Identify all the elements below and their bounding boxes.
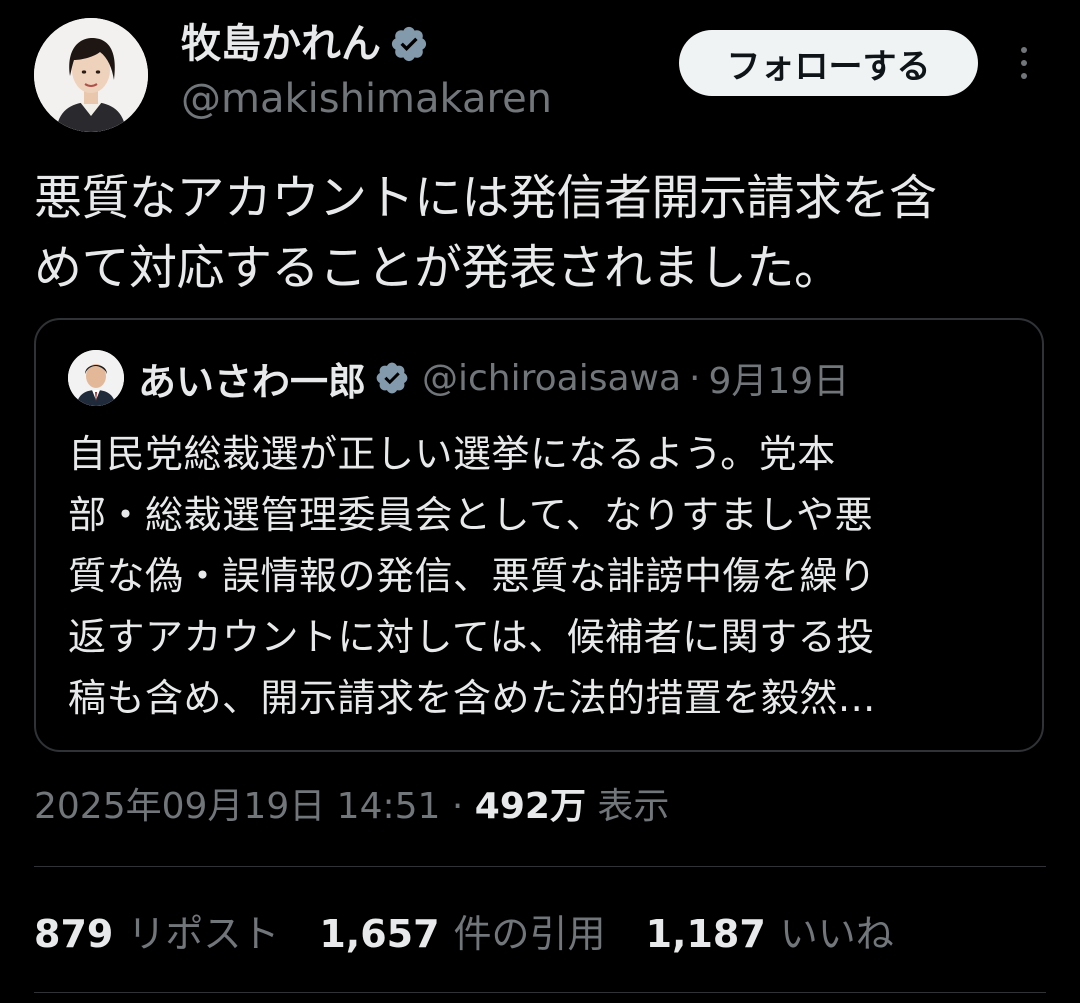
quoted-text-line: 稿も含め、開示請求を含めた法的措置を毅然...	[68, 676, 876, 720]
quoted-text-line: 質な偽・誤情報の発信、悪質な誹謗中傷を繰り	[68, 554, 877, 598]
separator-dot: ·	[451, 786, 464, 827]
reposts-count: 879	[34, 912, 114, 956]
separator-dot: ·	[689, 357, 701, 399]
more-options-icon[interactable]	[1007, 40, 1041, 86]
quotes-count: 1,657	[319, 912, 440, 956]
tweet-text-line: 悪質なアカウントには発信者開示請求を含	[34, 170, 937, 226]
follow-button[interactable]: フォローする	[679, 30, 978, 96]
quotes-label: 件の引用	[453, 912, 606, 956]
quoted-author-name[interactable]: あいさわ一郎	[138, 351, 366, 406]
quoted-author-avatar-image	[68, 350, 124, 406]
likes-count: 1,187	[645, 912, 766, 956]
engagement-stats: 879 リポスト 1,657 件の引用 1,187 いいね	[34, 906, 934, 962]
author-display-name[interactable]: 牧島かれん	[181, 20, 381, 68]
quoted-tweet-text: 自民党総裁選が正しい選挙になるよう。党本 部・総裁選管理委員会として、なりすまし…	[68, 424, 1028, 729]
quoted-tweet-header: あいさわ一郎 @ichiroaisawa · 9月19日	[138, 352, 849, 404]
divider	[34, 992, 1046, 993]
tweet-text: 悪質なアカウントには発信者開示請求を含 めて対応することが発表されました。	[34, 163, 1049, 303]
quotes-stat[interactable]: 1,657 件の引用	[319, 906, 605, 962]
author-avatar-image	[34, 18, 148, 132]
quoted-text-line: 自民党総裁選が正しい選挙になるよう。党本	[68, 432, 836, 476]
author-avatar[interactable]	[34, 18, 148, 132]
reposts-stat[interactable]: 879 リポスト	[34, 906, 279, 962]
verified-badge-icon	[374, 360, 410, 396]
divider	[34, 866, 1046, 867]
quoted-author-handle[interactable]: @ichiroaisawa	[422, 358, 681, 399]
tweet-timestamp[interactable]: 2025年09月19日 14:51	[34, 786, 440, 827]
tweet-text-line: めて対応することが発表されました。	[34, 240, 842, 296]
views-label: 表示	[597, 786, 670, 827]
quoted-tweet-date[interactable]: 9月19日	[709, 352, 850, 404]
tweet-meta: 2025年09月19日 14:51 · 492万 表示	[34, 781, 669, 833]
reposts-label: リポスト	[127, 912, 280, 956]
views-count: 492万	[474, 786, 586, 827]
quoted-text-line: 部・総裁選管理委員会として、なりすましや悪	[68, 493, 874, 537]
quoted-author-avatar[interactable]	[68, 350, 124, 406]
verified-badge-icon[interactable]	[389, 24, 429, 64]
likes-label: いいね	[779, 912, 894, 956]
quoted-text-line: 返すアカウントに対しては、候補者に関する投	[68, 615, 875, 659]
likes-stat[interactable]: 1,187 いいね	[646, 906, 894, 962]
author-name-row[interactable]: 牧島かれん	[181, 20, 429, 68]
author-handle[interactable]: @makishimakaren	[181, 74, 552, 124]
